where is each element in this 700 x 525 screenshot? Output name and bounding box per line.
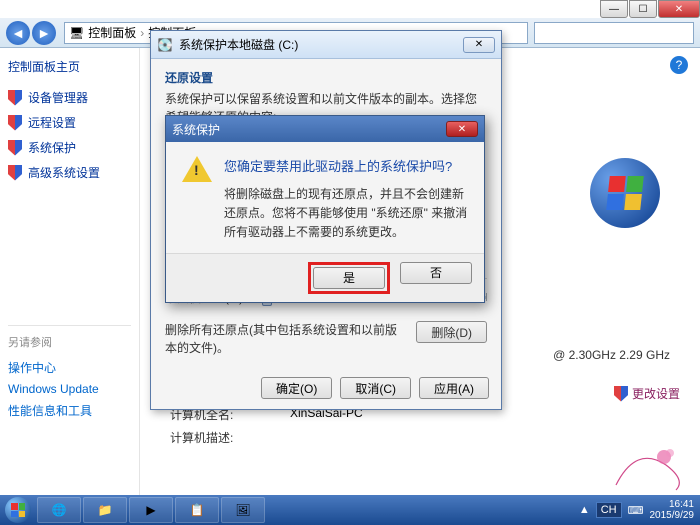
shield-icon [614,386,628,402]
sidebar-item-label: 系统保护 [28,139,76,156]
detail-label: 计算机描述: [170,429,250,446]
confirm-close-button[interactable]: ✕ [446,121,478,137]
confirm-title: 系统保护 [172,121,446,138]
keyboard-icon[interactable]: ⌨ [628,504,644,517]
clock[interactable]: 16:412015/9/29 [650,499,695,521]
confirm-detail: 将删除磁盘上的现有还原点，并且不会创建新还原点。您将不再能够使用 "系统还原" … [224,185,468,243]
sidebar-item-label: 远程设置 [28,114,76,131]
search-input[interactable] [534,22,694,44]
link-windows-update[interactable]: Windows Update [8,379,131,399]
link-action-center[interactable]: 操作中心 [8,356,131,379]
no-button[interactable]: 否 [400,262,472,284]
change-settings-link[interactable]: 更改设置 [614,385,680,402]
tray-flag-icon[interactable]: ▲ [579,504,590,516]
warning-icon [182,156,212,186]
delete-description: 删除所有还原点(其中包括系统设置和以前版本的文件)。 [165,321,406,357]
ime-indicator[interactable]: CH [596,502,622,518]
sidebar: 控制面板主页 设备管理器 远程设置 系统保护 高级系统设置 另请参阅 操作中心 … [0,48,140,495]
taskbar-item-media[interactable]: ▶ [129,497,173,523]
sidebar-item-label: 高级系统设置 [28,164,100,181]
yes-highlight: 是 [308,262,390,294]
shield-icon [8,140,22,156]
restore-section-title: 还原设置 [165,69,487,86]
confirm-dialog: 系统保护 ✕ 您确定要禁用此驱动器上的系统保护吗? 将删除磁盘上的现有还原点，并… [165,115,485,303]
cpu-info: @ 2.30GHz 2.29 GHz [553,348,670,362]
taskbar: 🌐 📁 ▶ 📋 🖼 ▲ CH ⌨ 16:412015/9/29 [0,495,700,525]
dialog-titlebar[interactable]: 💽 系统保护本地磁盘 (C:) ✕ [151,31,501,59]
drive-icon: 💽 [157,37,173,53]
see-also-label: 另请参阅 [8,334,131,350]
nav-forward-button[interactable]: ► [32,21,56,45]
dialog-close-button[interactable]: ✕ [463,37,495,53]
yes-button[interactable]: 是 [313,267,385,289]
cancel-button[interactable]: 取消(C) [340,377,411,399]
sidebar-item-remote[interactable]: 远程设置 [8,110,131,135]
delete-button[interactable]: 删除(D) [416,321,487,343]
system-tray: ▲ CH ⌨ 16:412015/9/29 [579,499,700,521]
taskbar-item-ie[interactable]: 🌐 [37,497,81,523]
close-button[interactable]: ✕ [658,0,700,18]
dialog-title: 系统保护本地磁盘 (C:) [179,36,463,53]
sidebar-item-advanced[interactable]: 高级系统设置 [8,160,131,185]
min-button[interactable]: — [600,0,628,18]
apply-button[interactable]: 应用(A) [419,377,489,399]
taskbar-item-app1[interactable]: 📋 [175,497,219,523]
taskbar-item-explorer[interactable]: 📁 [83,497,127,523]
sidebar-item-label: 设备管理器 [28,89,88,106]
windows-logo [590,158,660,228]
sidebar-home-link[interactable]: 控制面板主页 [8,58,131,75]
taskbar-item-app2[interactable]: 🖼 [221,497,265,523]
confirm-titlebar[interactable]: 系统保护 ✕ [166,116,484,142]
shield-icon [8,115,22,131]
shield-icon [8,165,22,181]
shield-icon [8,90,22,106]
ok-button[interactable]: 确定(O) [261,377,332,399]
help-icon[interactable]: ? [670,56,688,74]
monitor-icon: 🖥 [69,26,84,40]
start-button[interactable] [0,495,36,525]
sidebar-item-system-protection[interactable]: 系统保护 [8,135,131,160]
max-button[interactable]: ☐ [629,0,657,18]
nav-back-button[interactable]: ◄ [6,21,30,45]
confirm-question: 您确定要禁用此驱动器上的系统保护吗? [224,156,468,175]
breadcrumb-item[interactable]: 控制面板 [88,24,136,41]
sidebar-item-device-manager[interactable]: 设备管理器 [8,85,131,110]
chevron-right-icon: › [140,26,144,40]
link-performance[interactable]: 性能信息和工具 [8,399,131,422]
